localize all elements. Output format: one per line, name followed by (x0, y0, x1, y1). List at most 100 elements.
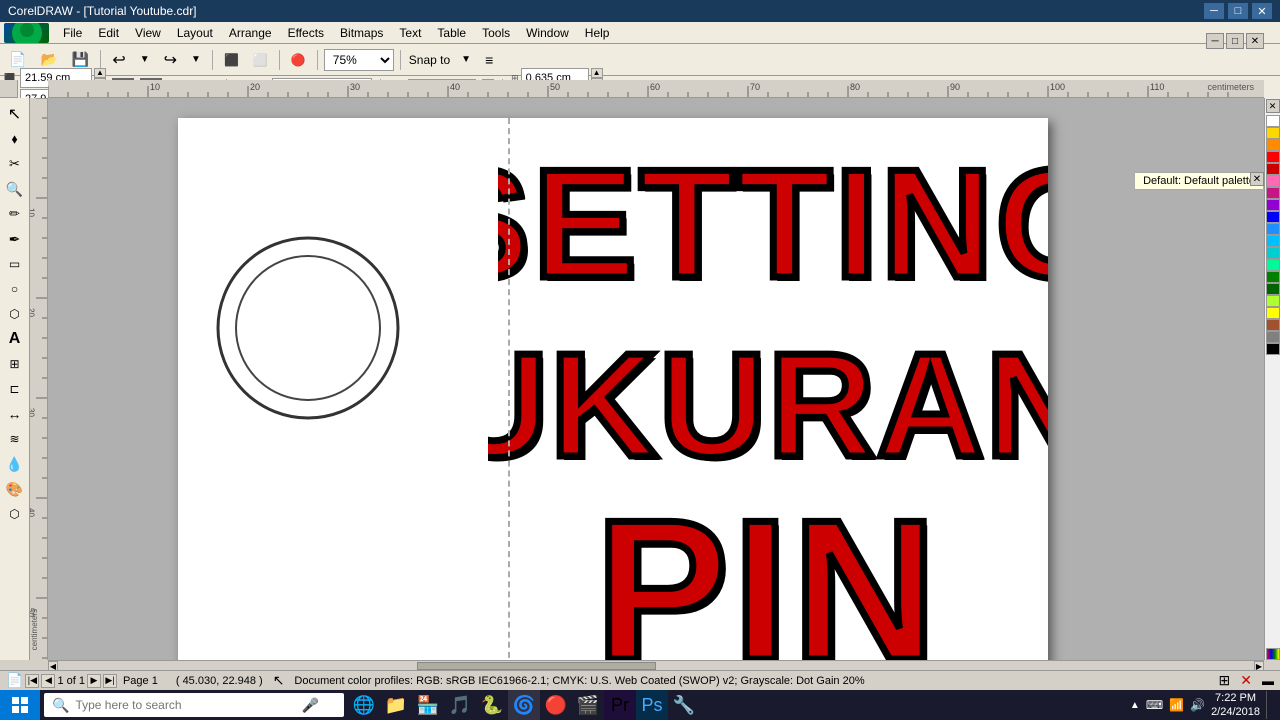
swatch-brightyellow[interactable] (1266, 307, 1280, 319)
taskbar-app5[interactable]: 🐍 (476, 690, 508, 720)
close-indicator[interactable]: ✕ (1240, 672, 1252, 689)
snap-options[interactable]: ≡ (480, 48, 498, 72)
shape-tool[interactable]: ⬧ (3, 127, 27, 151)
undo-dropdown[interactable]: ▼ (135, 48, 155, 72)
menu-table[interactable]: Table (429, 24, 474, 42)
zoom-select[interactable]: 75% 50% 100% 150% 200% (324, 49, 394, 71)
taskbar-ps[interactable]: Ps (636, 690, 668, 720)
page-indicator-icon[interactable]: 📄 (6, 672, 23, 689)
swatch-green[interactable] (1266, 271, 1280, 283)
tray-volume[interactable]: 🔊 (1190, 698, 1205, 712)
dim1-up[interactable]: ▲ (591, 68, 603, 78)
taskbar-ie[interactable]: 🌐 (348, 690, 380, 720)
swatch-pink[interactable] (1266, 175, 1280, 187)
swatch-sienna[interactable] (1266, 319, 1280, 331)
swatch-red[interactable] (1266, 151, 1280, 163)
eyedropper-tool[interactable]: 💧 (3, 452, 27, 476)
swatch-gray[interactable] (1266, 331, 1280, 343)
mic-icon[interactable]: 🎤 (301, 697, 318, 714)
width-up[interactable]: ▲ (94, 68, 106, 78)
swatch-violet[interactable] (1266, 199, 1280, 211)
swatch-black[interactable] (1266, 343, 1280, 355)
doc-close-btn[interactable]: ✕ (1246, 33, 1264, 49)
tray-keyboard[interactable]: ⌨ (1146, 698, 1163, 712)
page-first-btn[interactable]: |◀ (25, 674, 39, 688)
snap-dropdown[interactable]: ▼ (456, 48, 476, 72)
crop-tool[interactable]: ✂ (3, 152, 27, 176)
swatch-mint[interactable] (1266, 259, 1280, 271)
menu-layout[interactable]: Layout (169, 24, 221, 42)
menu-file[interactable]: File (55, 24, 90, 42)
taskbar-opera[interactable]: 🔴 (540, 690, 572, 720)
swatch-darkgreen[interactable] (1266, 283, 1280, 295)
swatch-yellow[interactable] (1266, 127, 1280, 139)
taskbar-chrome[interactable]: 🌀 (508, 690, 540, 720)
taskbar-store[interactable]: 🏪 (412, 690, 444, 720)
menu-help[interactable]: Help (577, 24, 618, 42)
taskbar-explorer[interactable]: 📁 (380, 690, 412, 720)
h-scrollbar[interactable]: ◀ ▶ (48, 660, 1264, 670)
minimize-button[interactable]: ─ (1204, 3, 1224, 19)
start-button[interactable] (0, 690, 40, 720)
menu-edit[interactable]: Edit (90, 24, 127, 42)
import-button[interactable]: ⬛ (219, 48, 244, 72)
undo-button[interactable]: ↩ (107, 48, 130, 72)
zoom-tool[interactable]: 🔍 (3, 177, 27, 201)
swatch-teal[interactable] (1266, 247, 1280, 259)
connector-tool[interactable]: ↔ (3, 402, 27, 426)
search-bar[interactable]: 🔍 🎤 (44, 693, 344, 717)
export-button[interactable]: ⬜ (248, 48, 273, 72)
doc-maximize-btn[interactable]: □ (1226, 33, 1244, 49)
swatch-more[interactable] (1266, 648, 1280, 660)
text-tool[interactable]: A (3, 327, 27, 351)
page-last-btn[interactable]: ▶| (103, 674, 117, 688)
tray-up-arrow[interactable]: ▲ (1130, 700, 1140, 711)
taskbar-vlc[interactable]: 🎬 (572, 690, 604, 720)
redo-button[interactable]: ↪ (159, 48, 182, 72)
show-desktop[interactable] (1266, 691, 1272, 719)
parallel-tool[interactable]: ⊏ (3, 377, 27, 401)
smart-draw-tool[interactable]: ✒ (3, 227, 27, 251)
clock[interactable]: 7:22 PM 2/24/2018 (1211, 691, 1260, 720)
palette-close-btn[interactable]: ✕ (1266, 99, 1280, 113)
redo-dropdown[interactable]: ▼ (186, 48, 206, 72)
menu-window[interactable]: Window (518, 24, 577, 42)
swatch-orange[interactable] (1266, 139, 1280, 151)
menu-tools[interactable]: Tools (474, 24, 518, 42)
page-prev-btn[interactable]: ◀ (41, 674, 55, 688)
page-next-btn[interactable]: ▶ (87, 674, 101, 688)
h-scroll-left[interactable]: ◀ (48, 661, 58, 671)
menu-view[interactable]: View (127, 24, 169, 42)
swatch-cyan[interactable] (1266, 235, 1280, 247)
swatch-magenta[interactable] (1266, 187, 1280, 199)
tray-network[interactable]: 📶 (1169, 698, 1184, 712)
maximize-button[interactable]: □ (1228, 3, 1248, 19)
fill-tool[interactable]: 🎨 (3, 477, 27, 501)
freehand-tool[interactable]: ✏ (3, 202, 27, 226)
doc-minimize-btn[interactable]: ─ (1206, 33, 1224, 49)
search-input[interactable] (75, 698, 295, 712)
taskbar-premiere[interactable]: Pr (604, 690, 636, 720)
close-button[interactable]: ✕ (1252, 3, 1272, 19)
swatch-lime[interactable] (1266, 295, 1280, 307)
swatch-darkred[interactable] (1266, 163, 1280, 175)
menu-effects[interactable]: Effects (280, 24, 332, 42)
polygon-tool[interactable]: ⬡ (3, 302, 27, 326)
taskbar-app10[interactable]: 🔧 (668, 690, 700, 720)
table-tool[interactable]: ⊞ (3, 352, 27, 376)
ellipse-tool[interactable]: ○ (3, 277, 27, 301)
swatch-blue[interactable] (1266, 211, 1280, 223)
publish-button[interactable]: 🔴 (286, 48, 311, 72)
smart-fill-tool[interactable]: ⬡ (3, 502, 27, 526)
select-tool[interactable]: ↖ (3, 102, 27, 126)
h-scroll-thumb[interactable] (417, 662, 656, 670)
menu-text[interactable]: Text (391, 24, 429, 42)
rect-tool[interactable]: ▭ (3, 252, 27, 276)
menu-arrange[interactable]: Arrange (221, 24, 280, 42)
swatch-white[interactable] (1266, 115, 1280, 127)
palette-x-btn[interactable]: ✕ (1250, 172, 1264, 186)
blend-tool[interactable]: ≋ (3, 427, 27, 451)
swatch-dodgerblue[interactable] (1266, 223, 1280, 235)
menu-bitmaps[interactable]: Bitmaps (332, 24, 391, 42)
taskbar-groove[interactable]: 🎵 (444, 690, 476, 720)
